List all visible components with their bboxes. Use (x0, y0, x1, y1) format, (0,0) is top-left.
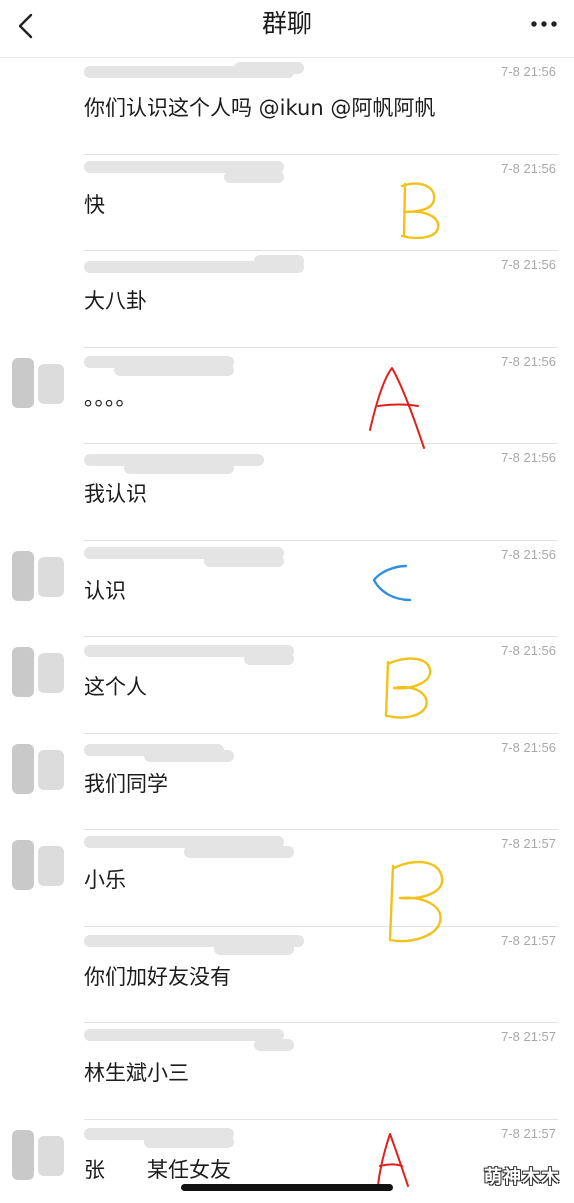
avatar[interactable] (10, 836, 66, 896)
message-text: 我们同学 (84, 771, 168, 796)
sender-name-redacted (84, 543, 314, 569)
message-text: 你们加好友没有 (84, 964, 231, 989)
avatar[interactable] (10, 547, 66, 607)
message-text: 认识 (84, 578, 126, 603)
more-dots-icon (531, 21, 557, 27)
message-text: 你们认识这个人吗 @ikun @阿帆阿帆 (84, 96, 436, 120)
message-timestamp: 7-8 21:57 (501, 836, 556, 851)
nav-bar: 群聊 (0, 0, 574, 58)
chat-screen: 群聊 7-8 21:56 你们认识这个人吗 @ikun @阿帆阿帆 7-8 21:5… (0, 0, 574, 1203)
home-indicator[interactable] (181, 1184, 393, 1191)
message-text: 快 (84, 192, 105, 217)
message-row[interactable]: 7-8 21:57 小乐 (0, 830, 574, 927)
message-text: 这个人 (84, 675, 147, 699)
avatar[interactable] (10, 1126, 66, 1186)
message-timestamp: 7-8 21:56 (501, 353, 556, 369)
sender-name-redacted (84, 60, 314, 86)
message-text: 小乐 (84, 868, 126, 892)
avatar[interactable] (10, 354, 66, 414)
message-list[interactable]: 7-8 21:56 你们认识这个人吗 @ikun @阿帆阿帆 7-8 21:56 快 7… (0, 58, 574, 1203)
sender-name-redacted (84, 350, 314, 376)
message-text: 林生斌小三 (84, 1061, 189, 1085)
message-row[interactable]: 7-8 21:56 这个人 (0, 637, 574, 734)
sender-name-redacted (84, 157, 314, 183)
sender-name-redacted (84, 736, 314, 762)
sender-name-redacted (84, 1122, 314, 1148)
message-row[interactable]: 7-8 21:56 快 (0, 155, 574, 251)
message-timestamp: 7-8 21:56 (501, 257, 556, 272)
sender-name-redacted (84, 832, 314, 858)
watermark: 萌神木木 (484, 1167, 560, 1188)
message-text: 我认识 (84, 482, 147, 506)
message-row[interactable]: 7-8 21:56 认识 (0, 541, 574, 637)
sender-name-redacted (84, 253, 314, 279)
message-row[interactable]: 7-8 21:56 我们同学 (0, 734, 574, 830)
message-row[interactable]: 7-8 21:56 我认识 (0, 444, 574, 541)
message-timestamp: 7-8 21:57 (501, 1029, 556, 1044)
message-timestamp: 7-8 21:56 (501, 450, 556, 465)
avatar[interactable] (10, 740, 66, 800)
message-timestamp: 7-8 21:56 (501, 643, 556, 658)
message-timestamp: 7-8 21:56 (501, 739, 556, 755)
message-text: 张 某任女友 (84, 1157, 231, 1182)
message-row[interactable]: 7-8 21:56 大八卦 (0, 251, 574, 348)
message-timestamp: 7-8 21:56 (501, 546, 556, 562)
message-row[interactable]: 7-8 21:56 你们认识这个人吗 @ikun @阿帆阿帆 (0, 58, 574, 155)
message-timestamp: 7-8 21:56 (501, 160, 556, 176)
message-timestamp: 7-8 21:57 (501, 1125, 556, 1141)
message-row[interactable]: 7-8 21:57 林生斌小三 (0, 1023, 574, 1120)
sender-name-redacted (84, 446, 314, 474)
more-button[interactable] (526, 8, 562, 40)
sender-name-redacted (84, 929, 314, 955)
page-title: 群聊 (261, 9, 312, 38)
avatar[interactable] (10, 643, 66, 703)
message-row[interactable]: 7-8 21:57 你们加好友没有 (0, 927, 574, 1023)
message-row[interactable]: 7-8 21:56 。。。。 (0, 348, 574, 444)
message-timestamp: 7-8 21:56 (501, 64, 556, 79)
message-text: 大八卦 (84, 289, 147, 313)
message-text: 。。。。 (84, 385, 137, 410)
message-timestamp: 7-8 21:57 (501, 932, 556, 948)
sender-name-redacted (84, 639, 314, 665)
sender-name-redacted (84, 1025, 314, 1051)
